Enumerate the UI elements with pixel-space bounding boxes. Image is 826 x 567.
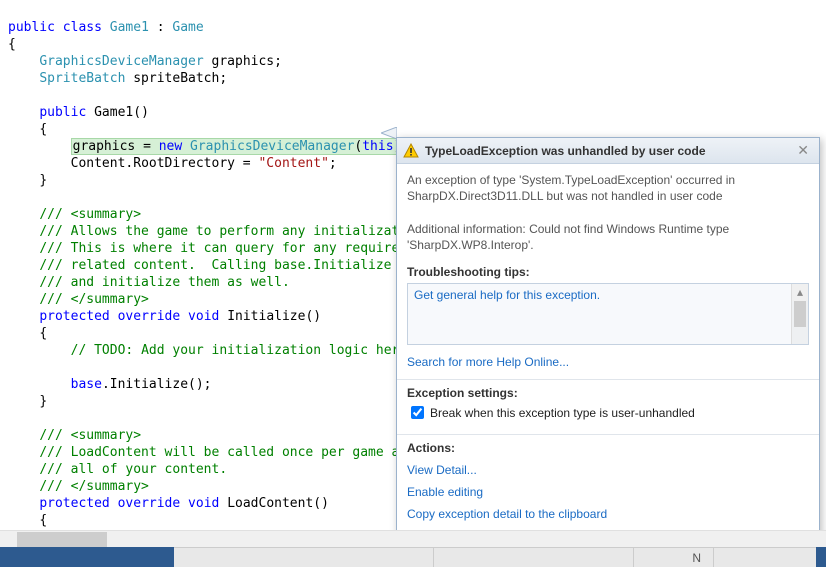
comment: /// This is where it can query for any r… (39, 241, 423, 256)
keyword: public (39, 105, 86, 120)
status-col-label: N (692, 551, 701, 565)
break-checkbox[interactable] (411, 406, 424, 419)
exception-popup: TypeLoadException was unhandled by user … (396, 137, 820, 556)
tips-heading: Troubleshooting tips: (407, 265, 809, 279)
identifier: LoadContent() (227, 496, 329, 511)
type: Game (172, 20, 203, 35)
keyword: override (118, 309, 181, 324)
copy-detail-link[interactable]: Copy exception detail to the clipboard (407, 503, 809, 525)
actions-heading: Actions: (407, 441, 809, 455)
scroll-up-icon[interactable]: ▴ (792, 284, 808, 301)
brace: { (8, 37, 16, 52)
popup-title: TypeLoadException was unhandled by user … (425, 144, 789, 158)
keyword: protected (39, 309, 109, 324)
enable-editing-link[interactable]: Enable editing (407, 481, 809, 503)
tip-link[interactable]: Get general help for this exception. (414, 288, 600, 302)
additional-info: Additional information: Could not find W… (407, 221, 809, 253)
identifier: Game1() (94, 105, 149, 120)
current-statement-highlight: graphics = new GraphicsDeviceManager(thi… (71, 138, 412, 155)
search-help-link[interactable]: Search for more Help Online... (407, 355, 569, 369)
brace: } (39, 394, 47, 409)
code: ; (329, 156, 337, 171)
popup-header[interactable]: TypeLoadException was unhandled by user … (397, 138, 819, 164)
keyword: void (188, 309, 219, 324)
code: Content.RootDirectory = (71, 156, 259, 171)
comment: /// LoadContent will be called once per … (39, 445, 423, 460)
warning-icon (403, 143, 419, 159)
keyword: void (188, 496, 219, 511)
identifier: graphics; (212, 54, 282, 69)
keyword: protected (39, 496, 109, 511)
close-icon[interactable]: ✕ (795, 142, 811, 159)
break-checkbox-label: Break when this exception type is user-u… (430, 406, 695, 420)
keyword: override (118, 496, 181, 511)
view-detail-link[interactable]: View Detail... (407, 459, 809, 481)
popup-message: An exception of type 'System.TypeLoadExc… (397, 164, 819, 261)
string: "Content" (258, 156, 328, 171)
status-bar: N (0, 547, 826, 567)
tips-box: Get general help for this exception. ▴ (407, 283, 809, 345)
comment: /// </summary> (39, 292, 149, 307)
scroll-thumb[interactable] (794, 301, 806, 327)
type: Game1 (110, 20, 149, 35)
brace: { (39, 122, 47, 137)
identifier: Initialize() (227, 309, 321, 324)
popup-pointer (381, 127, 397, 139)
keyword: base (71, 377, 102, 392)
scroll-thumb[interactable] (17, 532, 107, 547)
type: GraphicsDeviceManager (39, 54, 203, 69)
brace: { (39, 326, 47, 341)
comment: /// Allows the game to perform any initi… (39, 224, 423, 239)
identifier: spriteBatch; (133, 71, 227, 86)
comment: /// all of your content. (39, 462, 227, 477)
comment: /// </summary> (39, 479, 149, 494)
settings-heading: Exception settings: (407, 386, 809, 400)
break-checkbox-row[interactable]: Break when this exception type is user-u… (407, 404, 809, 424)
tips-scrollbar[interactable]: ▴ (791, 284, 808, 344)
keyword: public (8, 20, 55, 35)
comment: // TODO: Add your initialization logic h… (71, 343, 408, 358)
type: SpriteBatch (39, 71, 125, 86)
comment: /// <summary> (39, 207, 141, 222)
comment: /// and initialize them as well. (39, 275, 289, 290)
code: .Initialize(); (102, 377, 212, 392)
horizontal-scrollbar[interactable] (0, 530, 826, 547)
brace: } (39, 173, 47, 188)
exception-message: An exception of type 'System.TypeLoadExc… (407, 172, 809, 204)
comment: /// related content. Calling base.Initia… (39, 258, 423, 273)
comment: /// <summary> (39, 428, 141, 443)
keyword: class (63, 20, 102, 35)
brace: { (39, 513, 47, 528)
